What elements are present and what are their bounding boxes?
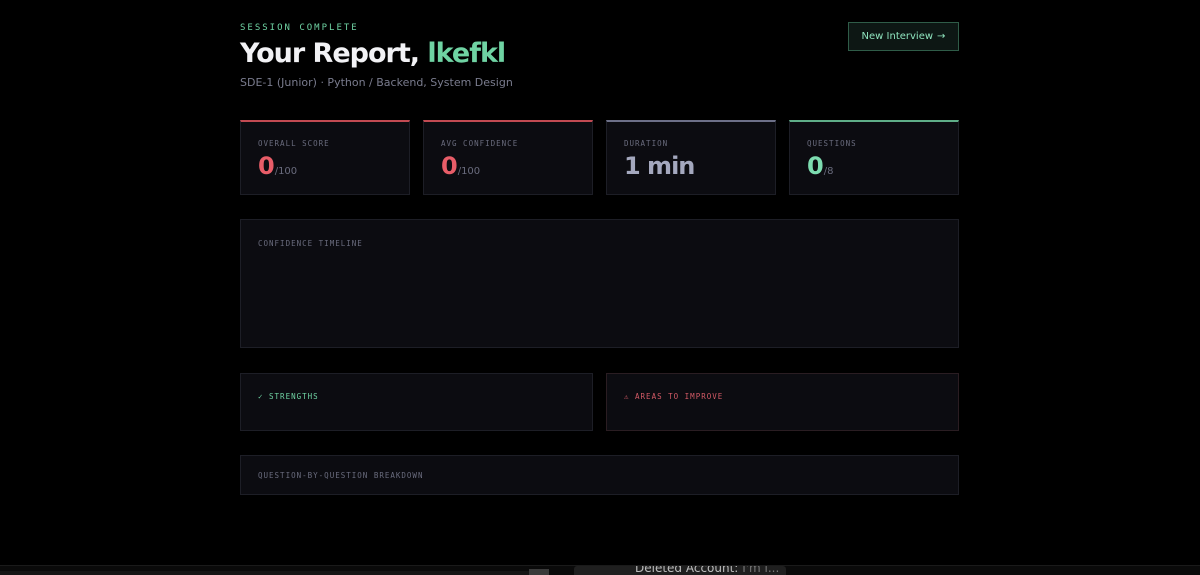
- stat-value: 1 min: [624, 152, 695, 180]
- taskbar-app-icon[interactable]: [529, 569, 549, 575]
- stats-row: OVERALL SCORE 0 /100 AVG CONFIDENCE 0 /1…: [240, 120, 959, 195]
- stat-card-overall-score: OVERALL SCORE 0 /100: [240, 120, 410, 195]
- toast-preview: I'm l...: [742, 566, 780, 575]
- confidence-timeline-label: CONFIDENCE TIMELINE: [258, 239, 363, 248]
- areas-to-improve-label: ⚠ AREAS TO IMPROVE: [624, 392, 724, 401]
- user-name: lkefkl: [427, 38, 506, 69]
- notification-toast[interactable]: Deleted Account: I'm l...: [574, 566, 786, 575]
- stat-suffix: /100: [274, 166, 298, 177]
- new-interview-button[interactable]: New Interview →: [848, 22, 959, 51]
- arrow-right-icon: →: [937, 31, 946, 42]
- toast-text: Deleted Account: I'm l...: [635, 566, 779, 575]
- stat-value: 0 /100: [258, 152, 297, 180]
- taskbar: Deleted Account: I'm l...: [0, 565, 1200, 575]
- stat-number: 0: [807, 152, 824, 180]
- page-title: Your Report, lkefkl: [240, 38, 506, 69]
- stat-value: 0 /100: [441, 152, 480, 180]
- role-subtitle: SDE-1 (Junior) · Python / Backend, Syste…: [240, 76, 513, 89]
- question-breakdown-panel[interactable]: QUESTION-BY-QUESTION BREAKDOWN: [240, 455, 959, 495]
- areas-to-improve-panel: ⚠ AREAS TO IMPROVE: [606, 373, 959, 431]
- stat-label: OVERALL SCORE: [258, 139, 330, 148]
- stat-number: 0: [258, 152, 275, 180]
- toast-title: Deleted Account:: [635, 566, 739, 575]
- strengths-panel: ✓ STRENGTHS: [240, 373, 593, 431]
- stat-value: 0 /8: [807, 152, 833, 180]
- stat-label: AVG CONFIDENCE: [441, 139, 519, 148]
- question-breakdown-label: QUESTION-BY-QUESTION BREAKDOWN: [258, 471, 424, 480]
- stat-number: 0: [441, 152, 458, 180]
- stat-number: 1 min: [624, 152, 695, 180]
- stat-card-duration: DURATION 1 min: [606, 120, 776, 195]
- stat-suffix: /8: [823, 166, 834, 177]
- stat-label: QUESTIONS: [807, 139, 857, 148]
- stat-suffix: /100: [457, 166, 481, 177]
- taskbar-segment: [0, 571, 532, 575]
- new-interview-label: New Interview: [861, 31, 934, 42]
- strengths-label: ✓ STRENGTHS: [258, 392, 319, 401]
- stat-card-questions: QUESTIONS 0 /8: [789, 120, 959, 195]
- stat-label: DURATION: [624, 139, 669, 148]
- title-prefix: Your Report,: [240, 38, 428, 69]
- session-status-label: SESSION COMPLETE: [240, 23, 359, 33]
- stat-card-avg-confidence: AVG CONFIDENCE 0 /100: [423, 120, 593, 195]
- confidence-timeline-panel: CONFIDENCE TIMELINE: [240, 219, 959, 348]
- report-page: SESSION COMPLETE Your Report, lkefkl SDE…: [0, 0, 1200, 575]
